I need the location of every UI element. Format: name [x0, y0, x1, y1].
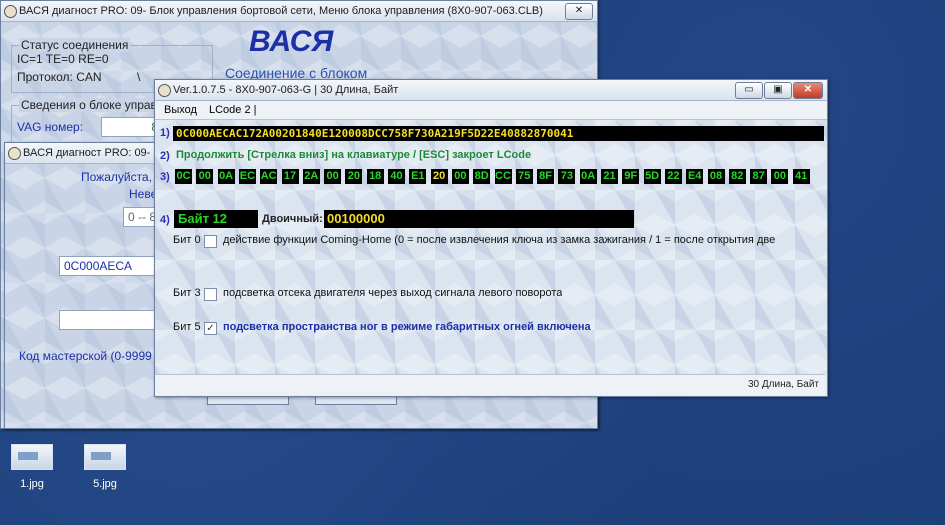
- byte-cell[interactable]: 9F: [622, 169, 640, 184]
- minimize-button[interactable]: ▭: [735, 82, 763, 99]
- byte-cell[interactable]: 82: [728, 169, 746, 184]
- byte-cell[interactable]: 2A: [302, 169, 320, 184]
- byte-cell[interactable]: 18: [366, 169, 384, 184]
- byte-cell[interactable]: 17: [281, 169, 299, 184]
- image-file-icon: [84, 444, 126, 470]
- byte-cell[interactable]: 75: [515, 169, 533, 184]
- binary-label: Двоичный:: [262, 213, 323, 225]
- app-icon: [4, 5, 17, 18]
- app-icon: [158, 84, 171, 97]
- menu-exit[interactable]: Выход: [164, 104, 197, 116]
- byte-cell[interactable]: AC: [260, 169, 278, 184]
- bit-description: действие функции Coming-Home (0 = после …: [223, 234, 776, 246]
- desktop-file-label: 1.jpg: [20, 478, 44, 490]
- row1-number: 1): [160, 127, 170, 139]
- main-window-title: ВАСЯ диагност PRO: 09- Блок управления б…: [19, 5, 543, 17]
- byte-cell[interactable]: 08: [707, 169, 725, 184]
- bit-label: Бит 5: [173, 321, 201, 333]
- lcode-titlebar[interactable]: Ver.1.0.7.5 - 8X0-907-063-G | 30 Длина, …: [155, 80, 827, 101]
- desktop-file-label: 5.jpg: [93, 478, 117, 490]
- app-logo: ВАСЯ: [249, 25, 334, 58]
- maximize-button[interactable]: ▣: [764, 82, 792, 99]
- byte-cell[interactable]: 22: [664, 169, 682, 184]
- byte-cell[interactable]: 00: [771, 169, 789, 184]
- byte-cell[interactable]: 20: [430, 169, 448, 184]
- bit-description: подсветка отсека двигателя через выход с…: [223, 287, 563, 299]
- row4-number: 4): [160, 214, 170, 226]
- desktop-file-5jpg[interactable]: 5.jpg: [75, 444, 135, 490]
- info-group-label: Сведения о блоке управ: [19, 98, 159, 112]
- image-file-icon: [11, 444, 53, 470]
- byte-cell[interactable]: 21: [601, 169, 618, 184]
- byte-cell[interactable]: 73: [558, 169, 576, 184]
- lcode-title: Ver.1.0.7.5 - 8X0-907-063-G | 30 Длина, …: [173, 84, 399, 96]
- desktop-file-1jpg[interactable]: 1.jpg: [2, 444, 62, 490]
- byte-cell[interactable]: 0C: [175, 169, 192, 184]
- byte-cell[interactable]: 00: [324, 169, 342, 184]
- byte-cell[interactable]: 0A: [579, 169, 597, 184]
- byte-label: Байт 12: [174, 210, 258, 228]
- bit-label: Бит 3: [173, 287, 201, 299]
- protocol-mark: \: [137, 70, 141, 84]
- prompt-text: Пожалуйста,: [81, 170, 152, 184]
- byte-cell[interactable]: 00: [451, 169, 469, 184]
- row2-hint: Продолжить [Стрелка вниз] на клавиатуре …: [176, 149, 532, 161]
- menu-bar: Выход LCode 2 |: [155, 101, 827, 120]
- menu-lcode2[interactable]: LCode 2 |: [209, 104, 257, 116]
- byte-cell[interactable]: 87: [750, 169, 768, 184]
- byte-cell[interactable]: 0A: [217, 169, 235, 184]
- byte-cell[interactable]: 8F: [537, 169, 555, 184]
- byte-cell[interactable]: EC: [238, 169, 256, 184]
- byte-cell[interactable]: 41: [792, 169, 810, 184]
- workshop-code-label: Код мастерской (0-9999: [19, 349, 152, 363]
- byte-cell[interactable]: 20: [345, 169, 363, 184]
- row2-number: 2): [160, 150, 170, 162]
- status-bar-text: 30 Длина, Байт: [747, 379, 819, 390]
- bit-checkbox[interactable]: [204, 288, 217, 301]
- bit-checkbox[interactable]: ✓: [204, 322, 217, 335]
- protocol-label: Протокол: CAN: [17, 70, 102, 84]
- close-button[interactable]: ✕: [793, 82, 823, 99]
- status-bar: 30 Длина, Байт: [155, 374, 825, 395]
- bit-description: подсветка пространства ног в режиме габа…: [223, 321, 591, 333]
- byte-cell[interactable]: 5D: [643, 169, 661, 184]
- row3-number: 3): [160, 171, 170, 183]
- status-line: IC=1 TE=0 RE=0: [17, 52, 109, 66]
- byte-cell[interactable]: E4: [686, 169, 704, 184]
- full-code-bar[interactable]: 0C000AECAC172A00201840E120008DCC758F730A…: [173, 126, 824, 141]
- byte-cell[interactable]: CC: [494, 169, 512, 184]
- byte-cell[interactable]: 8D: [473, 169, 491, 184]
- byte-cell[interactable]: E1: [409, 169, 427, 184]
- main-window-titlebar[interactable]: ВАСЯ диагност PRO: 09- Блок управления б…: [1, 1, 597, 22]
- binary-value: 00100000: [324, 210, 634, 228]
- bit-checkbox[interactable]: [204, 235, 217, 248]
- vag-number-label: VAG номер:: [17, 120, 84, 134]
- byte-cell[interactable]: 00: [196, 169, 214, 184]
- byte-cell[interactable]: 40: [388, 169, 405, 184]
- bit-label: Бит 0: [173, 234, 201, 246]
- app-icon: [8, 147, 21, 160]
- code-field[interactable]: 0C000AECA: [59, 256, 165, 276]
- workshop-input[interactable]: [59, 310, 165, 330]
- main-close-button[interactable]: ✕: [565, 3, 593, 20]
- status-group-label: Статус соединения: [19, 38, 131, 52]
